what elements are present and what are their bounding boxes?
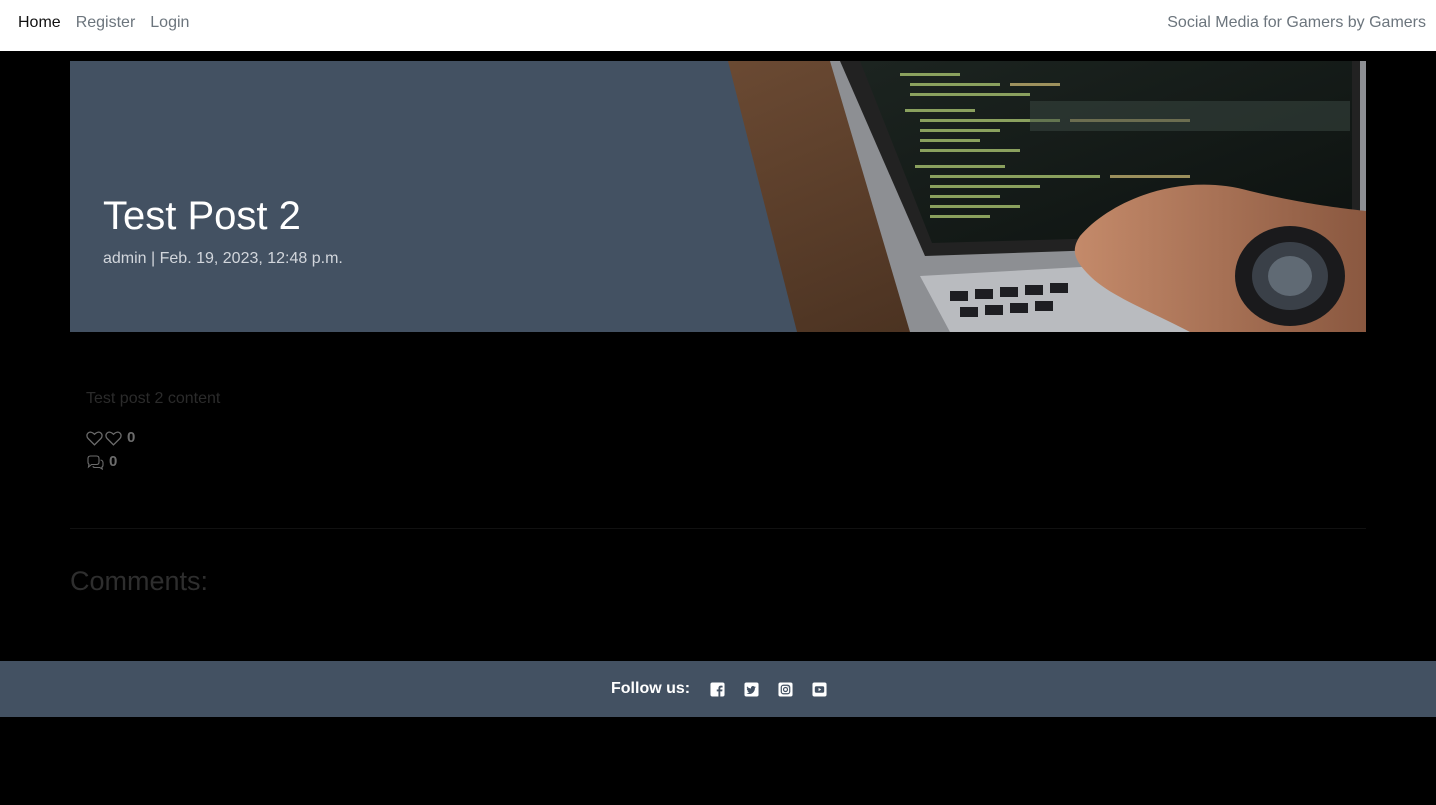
twitter-icon[interactable]: [744, 681, 759, 697]
footer: Follow us:: [0, 661, 1436, 717]
likes-count: 0: [127, 429, 136, 446]
social-links: [710, 681, 827, 697]
post-meta: admin | Feb. 19, 2023, 12:48 p.m.: [103, 250, 343, 267]
heart-outline-icon[interactable]: [86, 431, 103, 446]
divider: [70, 528, 1366, 529]
post-content: Test post 2 content: [86, 390, 221, 407]
comments-heading: Comments:: [70, 566, 209, 596]
post-hero: Test Post 2 admin | Feb. 19, 2023, 12:48…: [70, 61, 1366, 332]
brand-tagline: Social Media for Gamers by Gamers: [1167, 14, 1426, 31]
nav-link-login[interactable]: Login: [150, 14, 189, 32]
youtube-icon[interactable]: [812, 681, 827, 697]
facebook-icon[interactable]: [710, 681, 725, 697]
likes-row: 0: [86, 429, 135, 447]
comments-number: 0: [109, 453, 118, 470]
footer-follow: Follow us:: [611, 680, 827, 698]
follow-label: Follow us:: [611, 680, 691, 697]
instagram-icon[interactable]: [778, 681, 793, 697]
comments-icon: [87, 454, 104, 470]
nav-link-home[interactable]: Home: [18, 14, 61, 32]
heart-outline-icon[interactable]: [105, 431, 122, 446]
post-title: Test Post 2: [103, 194, 301, 238]
comments-count-row: 0: [86, 453, 117, 471]
navbar: Home Register Login Social Media for Gam…: [0, 0, 1436, 51]
nav-link-register[interactable]: Register: [76, 14, 136, 32]
nav-links: Home Register Login: [18, 14, 189, 32]
